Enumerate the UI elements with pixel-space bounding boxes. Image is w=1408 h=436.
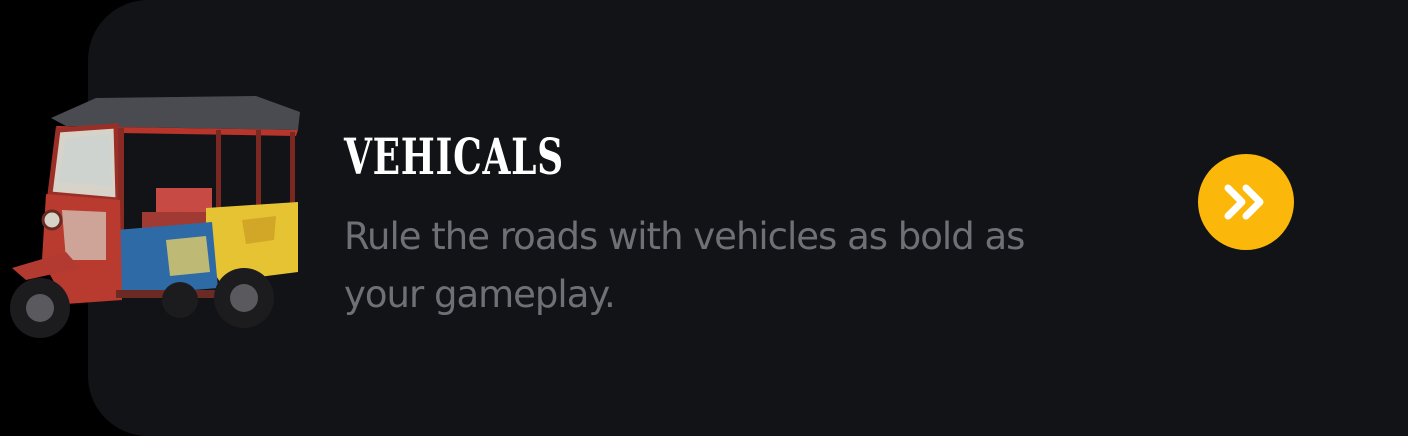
tuk-tuk-vehicle-image xyxy=(10,96,300,338)
card-title: VEHICALS xyxy=(344,127,564,186)
card-description: Rule the roads with vehicles as bold as … xyxy=(344,215,1025,316)
next-button[interactable] xyxy=(1198,154,1294,250)
double-chevron-right-icon xyxy=(1224,184,1264,220)
